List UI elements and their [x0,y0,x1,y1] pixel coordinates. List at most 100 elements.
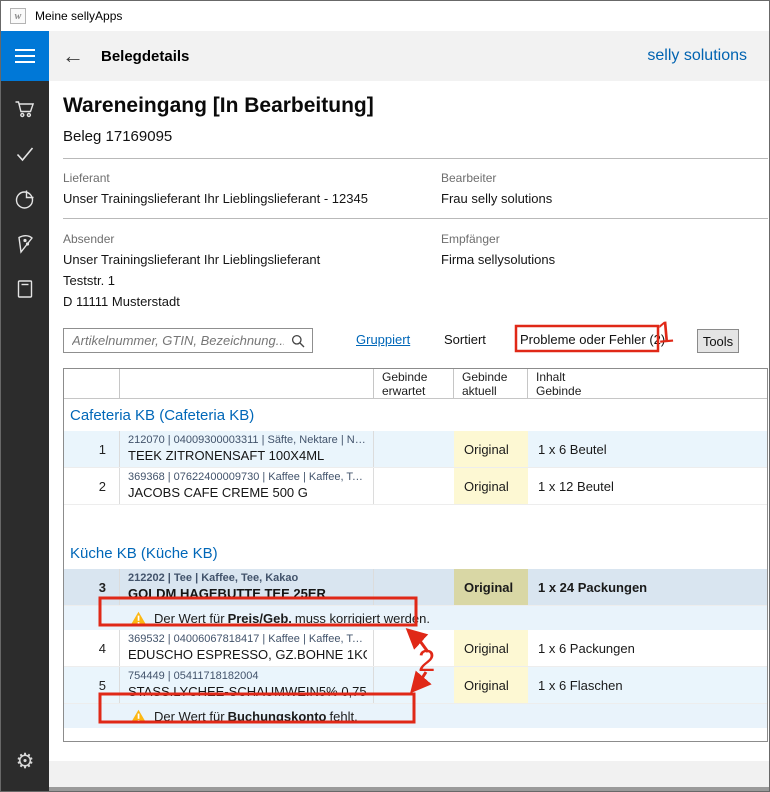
column-header-line1: Gebinde [462,370,527,384]
article-cell: 212202 | Tee | Kaffee, Tee, Kakao GOLDM H… [120,569,374,605]
group-header-row[interactable]: Küche KB (Küche KB) [64,537,767,569]
table-row[interactable]: 3 212202 | Tee | Kaffee, Tee, Kakao GOLDM … [64,569,767,606]
gebinde-erwartet-cell [374,569,454,605]
checkmark-icon[interactable] [13,142,37,166]
warning-text: muss korrigiert werden. [295,611,430,626]
article-meta: 369532 | 04006067818417 | Kaffee | Kaffe… [128,633,367,645]
window-title: Meine sellyApps [35,9,122,23]
column-header-line1: Gebinde [382,370,453,384]
group-header-label: Küche KB (Küche KB) [70,545,218,562]
column-header [64,369,120,398]
article-name: STASS.LYCHEE-SCHAUMWEIN5% 0,75 [128,684,367,699]
warning-field-name: Buchungskonto [228,709,327,724]
gebinde-erwartet-cell [374,630,454,666]
article-cell: 369532 | 04006067818417 | Kaffee | Kaffe… [120,630,374,666]
spacer-row [64,505,767,537]
article-name: TEEK ZITRONENSAFT 100X4ML [128,448,367,463]
article-meta: 369368 | 07622400009730 | Kaffee | Kaffe… [128,471,367,483]
column-header-line2: aktuell [462,384,527,398]
table-row[interactable]: 4 369532 | 04006067818417 | Kaffee | Kaff… [64,630,767,667]
pizza-slice-icon[interactable] [13,232,37,256]
gebinde-aktuell-badge: Original [454,569,528,605]
bearbeiter-value: Frau selly solutions [441,191,552,206]
article-name: GOLDM HAGEBUTTE TEE 25ER [128,586,367,601]
warning-row: Der Wert fürBuchungskontofehlt. [64,704,767,728]
document-number: Beleg 17169095 [63,128,172,145]
items-table: GebindeerwartetGebindeaktuellInhaltGebin… [63,368,768,742]
app-logo-icon: w [10,8,26,24]
article-cell: 369368 | 07622400009730 | Kaffee | Kaffe… [120,468,374,504]
absender-line-3: D 11111 Musterstadt [63,294,180,309]
row-number: 1 [64,431,120,467]
inhalt-gebinde-cell: 1 x 6 Beutel [528,431,767,467]
cart-icon[interactable] [13,97,37,121]
table-row[interactable]: 2 369368 | 07622400009730 | Kaffee | Kaff… [64,468,767,505]
row-number: 4 [64,630,120,666]
empfaenger-label: Empfänger [441,232,500,246]
settings-gear-icon[interactable]: ⚙ [12,749,38,775]
article-cell: 212070 | 04009300003311 | Säfte, Nektare… [120,431,374,467]
column-header [120,369,374,398]
absender-line-1: Unser Trainingslieferant Ihr Lieblingsli… [63,252,320,267]
article-cell: 754449 | 05411718182004STASS.LYCHEE-SCHA… [120,667,374,703]
gebinde-aktuell-badge: Original [454,667,528,703]
column-header: Gebindeerwartet [374,369,454,398]
main-content: Wareneingang [In Bearbeitung] Beleg 1716… [49,81,769,791]
gebinde-erwartet-cell [374,468,454,504]
column-header: InhaltGebinde [528,369,767,398]
bearbeiter-label: Bearbeiter [441,171,496,185]
document-title: Wareneingang [In Bearbeitung] [63,94,374,118]
absender-line-2: Teststr. 1 [63,273,115,288]
status-strip [49,761,769,787]
warning-field-name: Preis/Geb. [228,611,292,626]
filter-probleme-oder-fehler[interactable]: Probleme oder Fehler (2) [520,332,665,347]
column-header-line1: Inhalt [536,370,767,384]
back-button[interactable]: ← [62,45,84,67]
gebinde-erwartet-cell [374,431,454,467]
article-name: JACOBS CAFE CREME 500 G [128,485,367,500]
brand-label: selly solutions [647,47,747,65]
article-meta: 212070 | 04009300003311 | Säfte, Nektare… [128,434,367,446]
hamburger-menu-button[interactable] [1,31,49,81]
window-titlebar: w Meine sellyApps [1,1,769,31]
lieferant-label: Lieferant [63,171,110,185]
gebinde-aktuell-badge: Original [454,630,528,666]
book-icon[interactable] [13,277,37,301]
row-number: 5 [64,667,120,703]
gebinde-aktuell-badge: Original [454,468,528,504]
inhalt-gebinde-cell: 1 x 6 Packungen [528,630,767,666]
tools-button[interactable]: Tools [697,329,739,353]
page-header-title: Belegdetails [101,48,189,65]
warning-text: fehlt. [330,709,358,724]
filter-sortiert[interactable]: Sortiert [444,332,486,347]
gebinde-erwartet-cell [374,667,454,703]
table-row[interactable]: 1 212070 | 04009300003311 | Säfte, Nektar… [64,431,767,468]
search-input[interactable] [64,329,312,352]
column-header: Gebindeaktuell [454,369,528,398]
empfaenger-value: Firma sellysolutions [441,252,555,267]
divider [63,218,768,219]
table-header-row: GebindeerwartetGebindeaktuellInhaltGebin… [64,369,767,399]
inhalt-gebinde-cell: 1 x 12 Beutel [528,468,767,504]
window-bottom-edge [49,787,769,792]
pie-chart-icon[interactable] [13,187,37,211]
article-name: EDUSCHO ESPRESSO, GZ.BOHNE 1KG [128,647,367,662]
warning-row: Der Wert fürPreis/Geb.muss korrigiert we… [64,606,767,630]
article-meta: 212202 | Tee | Kaffee, Tee, Kakao [128,572,367,584]
row-number: 2 [64,468,120,504]
warning-icon [130,709,147,724]
table-row[interactable]: 5754449 | 05411718182004STASS.LYCHEE-SCH… [64,667,767,704]
filter-gruppiert[interactable]: Gruppiert [356,332,410,347]
gebinde-aktuell-badge: Original [454,431,528,467]
group-header-row[interactable]: Cafeteria KB (Cafeteria KB) [64,399,767,431]
row-number: 3 [64,569,120,605]
warning-text: Der Wert für [154,611,225,626]
search-icon[interactable] [291,334,305,348]
article-search-box [63,328,313,353]
app-header-bar: ← Belegdetails selly solutions [1,31,769,81]
group-header-label: Cafeteria KB (Cafeteria KB) [70,407,254,424]
absender-label: Absender [63,232,114,246]
lieferant-value: Unser Trainingslieferant Ihr Lieblingsli… [63,191,368,206]
inhalt-gebinde-cell: 1 x 6 Flaschen [528,667,767,703]
warning-text: Der Wert für [154,709,225,724]
